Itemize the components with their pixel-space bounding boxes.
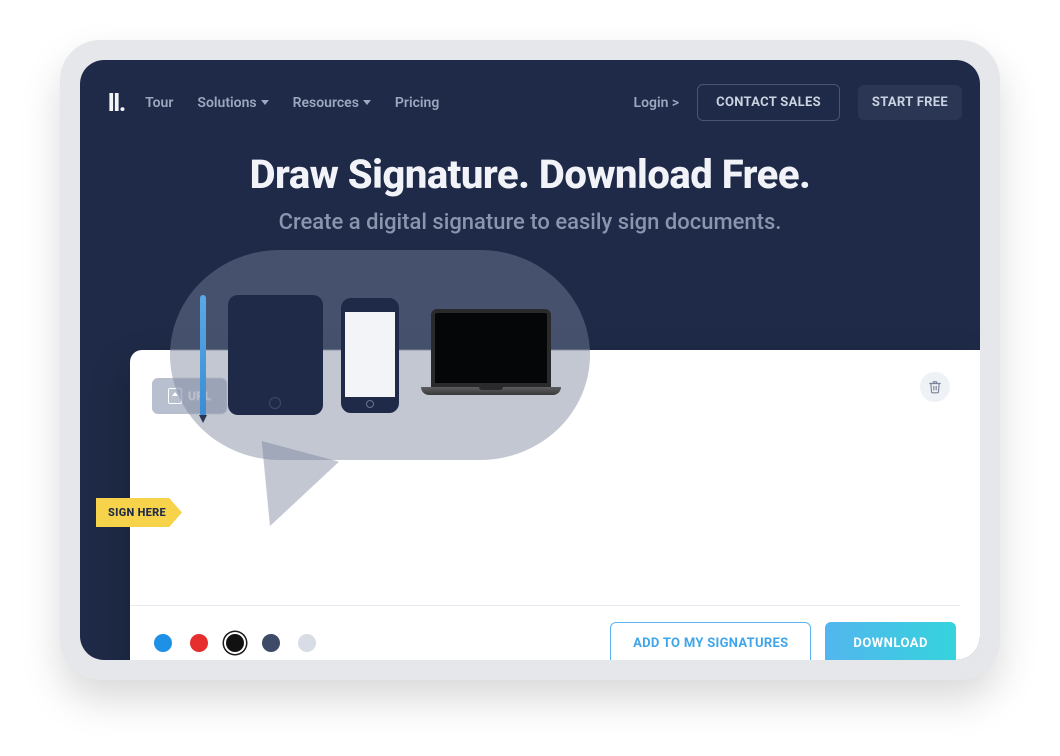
device-screen: ll. Tour Solutions Resources Pricing Log… — [80, 60, 980, 660]
hero: Draw Signature. Download Free. Create a … — [80, 145, 980, 235]
start-free-button[interactable]: START FREE — [858, 85, 962, 120]
chevron-down-icon — [363, 100, 371, 105]
color-picker — [154, 634, 316, 652]
color-navy[interactable] — [262, 634, 280, 652]
color-gray[interactable] — [298, 634, 316, 652]
login-link[interactable]: Login > — [634, 95, 680, 111]
card-footer: ADD TO MY SIGNATURES DOWNLOAD — [130, 606, 980, 660]
phone-icon — [341, 298, 399, 413]
nav-resources[interactable]: Resources — [293, 95, 371, 111]
logo[interactable]: ll. — [108, 89, 125, 117]
clear-button[interactable] — [920, 372, 950, 402]
laptop-icon — [421, 309, 561, 401]
nav-right: Login > CONTACT SALES START FREE — [634, 84, 952, 121]
nav-pricing[interactable]: Pricing — [395, 95, 439, 111]
contact-sales-button[interactable]: CONTACT SALES — [697, 84, 840, 121]
color-blue[interactable] — [154, 634, 172, 652]
color-red[interactable] — [190, 634, 208, 652]
color-black[interactable] — [226, 634, 244, 652]
footer-actions: ADD TO MY SIGNATURES DOWNLOAD — [610, 622, 956, 661]
tablet-device-frame: ll. Tour Solutions Resources Pricing Log… — [60, 40, 1000, 680]
nav-links: Tour Solutions Resources Pricing — [145, 95, 633, 111]
nav-tour[interactable]: Tour — [145, 95, 173, 111]
hero-subtitle: Create a digital signature to easily sig… — [100, 210, 960, 235]
chevron-down-icon — [261, 100, 269, 105]
top-nav: ll. Tour Solutions Resources Pricing Log… — [80, 60, 980, 145]
devices-illustration — [170, 250, 590, 520]
nav-solutions[interactable]: Solutions — [197, 95, 268, 111]
tablet-icon — [228, 295, 323, 415]
download-button[interactable]: DOWNLOAD — [825, 622, 956, 661]
add-to-signatures-button[interactable]: ADD TO MY SIGNATURES — [610, 622, 811, 661]
hero-title: Draw Signature. Download Free. — [100, 151, 960, 198]
nav-solutions-label: Solutions — [197, 95, 256, 111]
stylus-icon — [200, 295, 206, 415]
trash-icon — [928, 380, 942, 394]
nav-resources-label: Resources — [293, 95, 359, 111]
